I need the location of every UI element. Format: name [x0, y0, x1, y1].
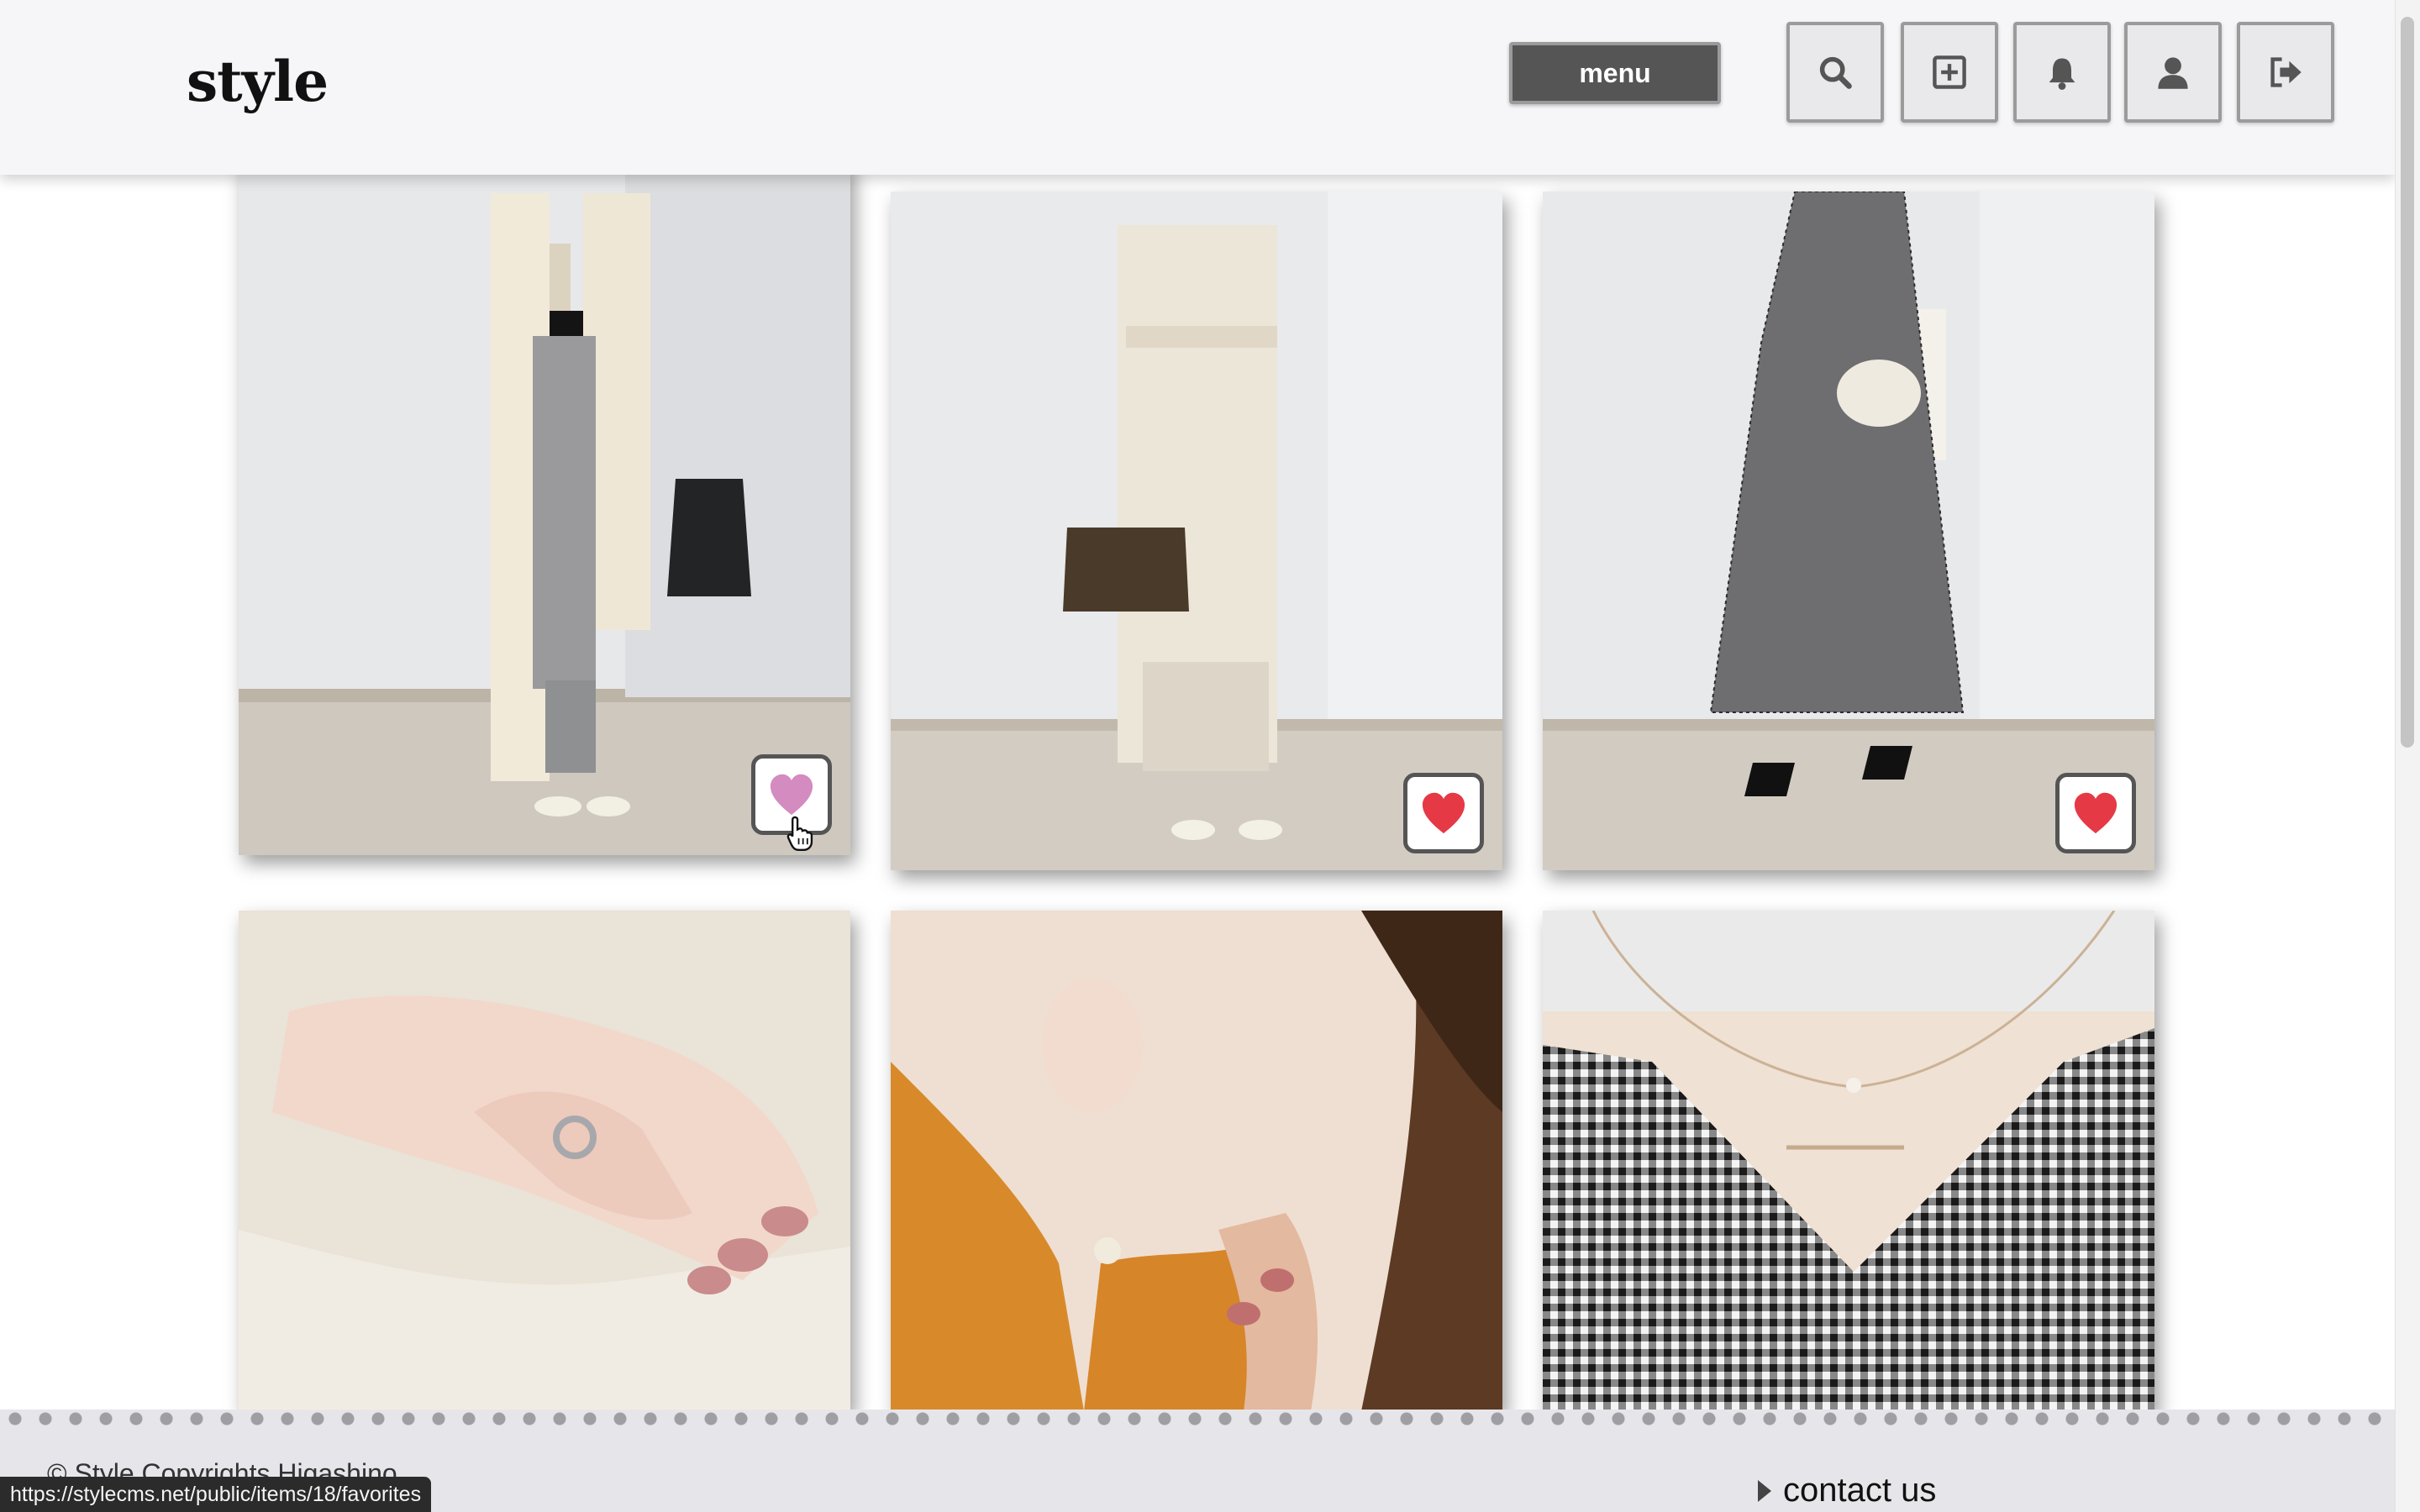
logout-button[interactable]	[2237, 22, 2334, 123]
notification-button[interactable]	[2013, 22, 2111, 123]
hand-pointer-icon	[786, 816, 813, 851]
post-card[interactable]	[891, 911, 1502, 1411]
post-photo-necklace-gingham-top	[1543, 911, 2154, 1411]
post-photo-outfit-gingham-dress	[1543, 192, 2154, 870]
favorite-button[interactable]	[2055, 773, 2136, 853]
add-post-icon	[1933, 55, 1966, 89]
site-logo[interactable]: style	[187, 49, 329, 114]
post-photo-ring-on-hand	[239, 911, 850, 1411]
post-card[interactable]	[239, 911, 850, 1411]
site-header: style menu	[0, 0, 2395, 175]
user-icon	[2158, 57, 2188, 89]
browser-status-url: https://stylecms.net/public/items/18/fav…	[0, 1477, 432, 1512]
menu-button[interactable]: menu	[1509, 42, 1721, 104]
post-photo-necklace-orange-cardigan	[891, 911, 1502, 1411]
caret-right-icon	[1758, 1479, 1771, 1502]
post-card[interactable]	[1543, 911, 2154, 1411]
contact-link[interactable]: contact us	[1758, 1472, 1936, 1509]
logout-icon	[2270, 57, 2302, 87]
heart-icon	[1422, 792, 1465, 834]
contact-label: contact us	[1783, 1472, 1937, 1509]
post-photo-outfit-belted-vest	[891, 192, 1502, 870]
heart-icon	[2074, 792, 2118, 834]
post-photo-outfit-long-vest	[239, 160, 850, 855]
heart-icon	[770, 774, 813, 816]
search-button[interactable]	[1786, 22, 1884, 123]
search-icon	[1819, 56, 1852, 89]
post-card[interactable]	[239, 160, 850, 855]
bell-icon	[2049, 58, 2075, 90]
scrollbar-thumb[interactable]	[2401, 17, 2414, 748]
add-post-button[interactable]	[1901, 22, 1998, 123]
post-card[interactable]	[891, 192, 1502, 870]
post-card[interactable]	[1543, 192, 2154, 870]
favorite-button[interactable]	[1403, 773, 1484, 853]
footer-dotted-divider	[0, 1411, 2395, 1426]
profile-button[interactable]	[2124, 22, 2222, 123]
